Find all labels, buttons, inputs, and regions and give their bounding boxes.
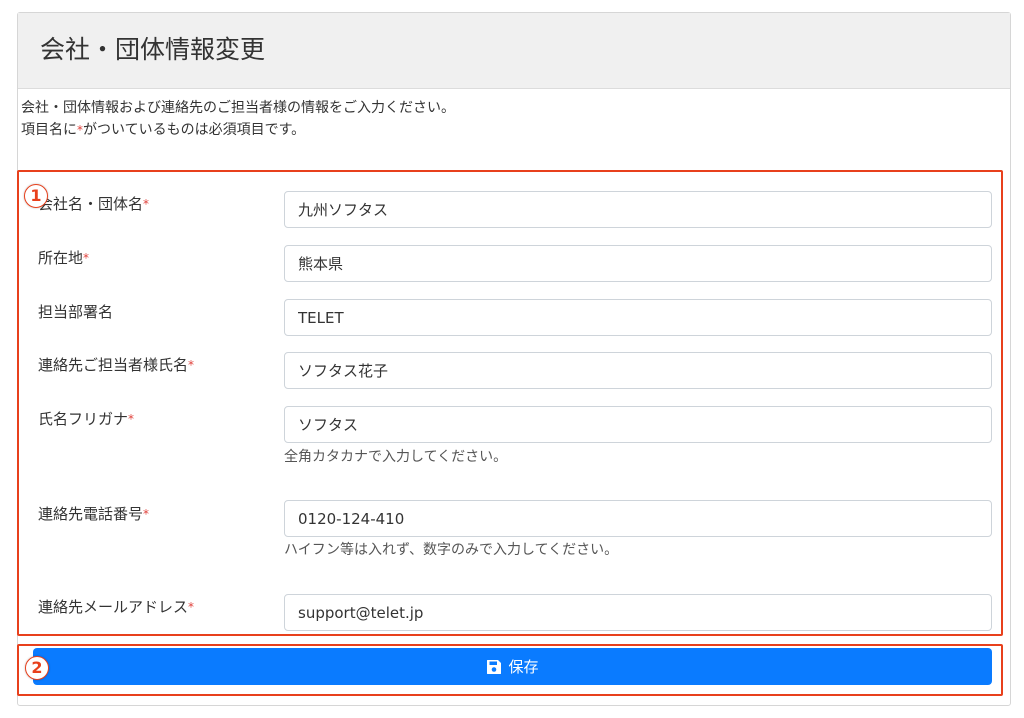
address-input[interactable]	[284, 245, 992, 282]
name-furigana-input[interactable]	[284, 406, 992, 443]
label-contact-name: 連絡先ご担当者様氏名*	[38, 356, 195, 374]
label-address: 所在地*	[38, 249, 90, 267]
page-title: 会社・団体情報変更	[40, 35, 266, 64]
annotation-box-fields	[17, 170, 1003, 636]
label-company-name: 会社名・団体名*	[38, 195, 150, 213]
instruction-line-2: 項目名に*がついているものは必須項目です。	[21, 119, 455, 141]
annotation-badge-1: 1	[24, 184, 48, 208]
form-instructions: 会社・団体情報および連絡先のご担当者様の情報をご入力ください。 項目名に*がつい…	[21, 97, 455, 141]
required-mark: *	[143, 507, 150, 521]
required-mark: *	[143, 197, 150, 211]
required-mark: *	[83, 251, 90, 265]
required-mark: *	[188, 358, 195, 372]
save-button[interactable]: 保存	[33, 648, 992, 685]
label-email: 連絡先メールアドレス*	[38, 598, 195, 616]
required-mark: *	[188, 600, 195, 614]
label-phone: 連絡先電話番号*	[38, 505, 150, 523]
phone-help-text: ハイフン等は入れず、数字のみで入力してください。	[284, 542, 619, 558]
annotation-badge-2: 2	[25, 656, 49, 680]
instruction-line-2-before: 項目名に	[21, 122, 77, 138]
label-department: 担当部署名	[38, 303, 114, 321]
instruction-line-2-after: がついているものは必須項目です。	[83, 122, 306, 138]
phone-input[interactable]	[284, 500, 992, 537]
instruction-line-1: 会社・団体情報および連絡先のご担当者様の情報をご入力ください。	[21, 100, 455, 116]
contact-name-input[interactable]	[284, 352, 992, 389]
furigana-help-text: 全角カタカナで入力してください。	[284, 449, 508, 465]
floppy-disk-icon	[486, 659, 502, 675]
card-header: 会社・団体情報変更	[18, 13, 1010, 89]
company-name-input[interactable]	[284, 191, 992, 228]
email-input[interactable]	[284, 594, 992, 631]
label-name-furigana: 氏名フリガナ*	[38, 410, 135, 428]
required-mark: *	[128, 412, 135, 426]
department-input[interactable]	[284, 299, 992, 336]
save-button-label: 保存	[508, 658, 539, 676]
